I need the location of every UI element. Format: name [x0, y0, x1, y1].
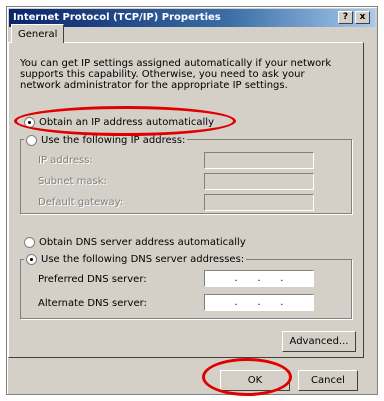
dns-manual-option[interactable]: Use the following DNS server addresses:: [24, 252, 247, 266]
dns-manual-radio[interactable]: [26, 253, 37, 265]
tab-general[interactable]: General: [11, 24, 65, 43]
preferred-dns-field[interactable]: ...: [204, 270, 314, 287]
preferred-dns-label: Preferred DNS server:: [38, 274, 147, 285]
ip-manual-option[interactable]: Use the following IP address:: [24, 133, 188, 147]
dns-auto-radio[interactable]: [24, 236, 35, 248]
help-button[interactable]: ?: [338, 11, 353, 24]
window-title: Internet Protocol (TCP/IP) Properties: [13, 12, 221, 23]
dns-manual-label: Use the following DNS server addresses:: [41, 253, 245, 265]
ip-auto-option[interactable]: Obtain an IP address automatically: [24, 115, 214, 129]
ok-button[interactable]: OK: [220, 370, 290, 391]
subnet-mask-label: Subnet mask:: [38, 176, 107, 187]
alternate-dns-field[interactable]: ...: [204, 294, 314, 311]
ip-address-field[interactable]: [204, 152, 314, 169]
advanced-button[interactable]: Advanced...: [282, 331, 356, 352]
default-gateway-field[interactable]: [204, 194, 314, 211]
cancel-button[interactable]: Cancel: [298, 370, 358, 391]
dns-auto-label: Obtain DNS server address automatically: [39, 236, 246, 248]
subnet-mask-field[interactable]: [204, 173, 314, 190]
close-button[interactable]: x: [355, 11, 370, 24]
ip-auto-radio[interactable]: [24, 116, 35, 128]
default-gateway-label: Default gateway:: [38, 197, 124, 208]
ip-address-label: IP address:: [38, 155, 93, 166]
ip-manual-label: Use the following IP address:: [41, 134, 186, 146]
ip-manual-radio[interactable]: [26, 134, 37, 146]
alternate-dns-label: Alternate DNS server:: [38, 298, 147, 309]
description-text: You can get IP settings assigned automat…: [20, 58, 332, 91]
dns-auto-option[interactable]: Obtain DNS server address automatically: [24, 235, 246, 249]
ip-auto-label: Obtain an IP address automatically: [39, 116, 215, 128]
